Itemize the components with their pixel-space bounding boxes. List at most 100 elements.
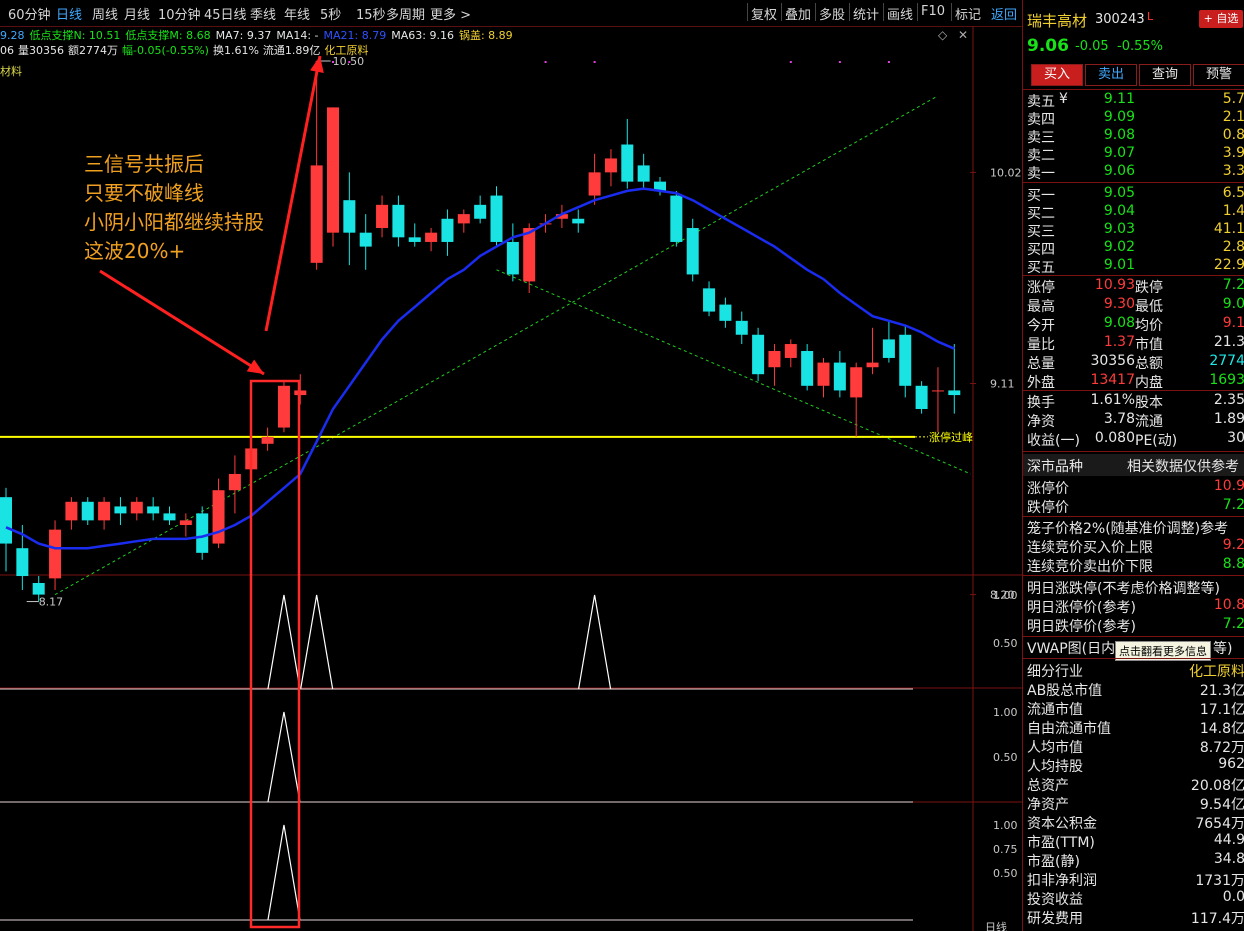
stat-l2: 总额 [1135, 356, 1163, 372]
quote-price: 9.03 [1103, 221, 1135, 237]
stat-v2: 1.89 [1213, 411, 1244, 427]
query-button[interactable]: 查询 [1139, 64, 1191, 86]
stat-row: 收益(一) 0.080 PE(动) 30 [1027, 430, 1244, 449]
quote-volume: 41.1 [1213, 221, 1244, 237]
info-row: 涨停价 10.9 [1027, 478, 1244, 497]
stat-l: 净资 [1027, 414, 1055, 430]
stat-row: 净资 3.78 流通 1.89 [1027, 411, 1244, 430]
info-label: 涨停价 [1027, 481, 1069, 497]
period-tab-8[interactable]: 5秒 [320, 4, 341, 23]
period-tab-5[interactable]: 45日线 [204, 4, 247, 23]
toolbar-tool-2[interactable]: 多股 [819, 4, 845, 23]
stat-v2: 21.3 [1213, 334, 1244, 350]
period-tab-3[interactable]: 月线 [124, 4, 150, 23]
last-price: 9.06 [1027, 36, 1069, 56]
toolbar-tool-4[interactable]: 画线 [887, 4, 913, 23]
candle-body [310, 165, 323, 263]
info-row: 扣非净利润 1731万 [1027, 870, 1244, 889]
signal-spike [267, 711, 301, 803]
section-title: 深市品种 [1027, 459, 1083, 475]
candle-body [752, 334, 765, 375]
info-label: 扣非净利润 [1027, 873, 1097, 889]
period-tab-11[interactable]: 更多 > [430, 4, 471, 23]
info-row: 跌停价 7.2 [1027, 497, 1244, 516]
stat-v2: 7.2 [1222, 277, 1244, 293]
info-row: 流通市值 17.1亿 [1027, 699, 1244, 718]
stat-v2: 9.1 [1222, 315, 1244, 331]
info-row: 人均市值 8.72万 [1027, 737, 1244, 756]
info-row: 净资产 9.54亿 [1027, 794, 1244, 813]
stat-l: 今开 [1027, 318, 1055, 334]
stat-l: 总量 [1027, 356, 1055, 372]
quote-row: 卖五 ¥9.11 5.7 [1027, 91, 1244, 110]
quote-volume: 2.8 [1222, 239, 1244, 255]
info-label: 总资产 [1027, 778, 1069, 794]
info-label: 连续竞价卖出价下限 [1027, 559, 1153, 575]
alert-button[interactable]: 预警 [1193, 64, 1244, 86]
annotation-line-3: 小阴小阳都继续持股 [84, 210, 264, 234]
info-value: 117.4万 [1190, 911, 1244, 927]
stat-v2: 2.35 [1213, 392, 1244, 408]
quote-volume: 2.1 [1222, 109, 1244, 125]
stat-l2: 流通 [1135, 414, 1163, 430]
sub-axis-label: 0.75 [993, 843, 1018, 856]
signal-dot [887, 61, 890, 63]
info-value: 8.72万 [1199, 740, 1244, 756]
toolbar-separator [747, 3, 748, 21]
candle-body [604, 158, 617, 173]
candle-body [392, 204, 405, 238]
info-label: AB股总市值 [1027, 683, 1103, 699]
divider [1023, 575, 1244, 576]
candle-body [179, 520, 192, 525]
toolbar-separator [883, 3, 884, 21]
buy-button[interactable]: 买入 [1031, 64, 1083, 86]
period-tab-9[interactable]: 15秒 [356, 4, 386, 23]
period-tab-6[interactable]: 季线 [250, 4, 276, 23]
info-label: 市盈(TTM) [1027, 835, 1095, 851]
signal-spike [300, 594, 334, 690]
quote-volume: 22.9 [1213, 257, 1244, 273]
stock-code: 300243 [1095, 12, 1145, 27]
quote-row: 卖三 9.08 0.8 [1027, 127, 1244, 146]
sell-button[interactable]: 卖出 [1085, 64, 1137, 86]
stat-v: 30356 [1090, 353, 1135, 369]
toolbar-tool-1[interactable]: 叠加 [785, 4, 811, 23]
stat-l2: 均价 [1135, 318, 1163, 334]
period-tab-4[interactable]: 10分钟 [158, 4, 201, 23]
quote-price: 9.09 [1103, 109, 1135, 125]
price-change: -0.05 [1075, 39, 1109, 54]
toolbar-tool-5[interactable]: F10 [921, 4, 945, 19]
candle-body [784, 344, 797, 358]
sub-axis-label: 1.00 [993, 819, 1018, 832]
stock-name: 瑞丰高材 [1027, 12, 1088, 30]
signal-spike [267, 594, 301, 690]
candle-body [277, 385, 290, 428]
stat-v: 9.30 [1103, 296, 1135, 312]
stat-v2: 30 [1227, 430, 1244, 446]
info-value: 7.2 [1222, 497, 1244, 513]
period-tab-0[interactable]: 60分钟 [8, 4, 51, 23]
stock-flag: L [1147, 10, 1154, 23]
vwap-tail: 等) [1213, 641, 1233, 657]
info-row: 明日涨停价(参考) 10.8 [1027, 597, 1244, 616]
candle-body [931, 390, 944, 392]
toolbar-tool-3[interactable]: 统计 [853, 4, 879, 23]
stat-l2: PE(动) [1135, 433, 1178, 449]
toolbar-tool-6[interactable]: 标记 [955, 4, 981, 23]
period-tab-2[interactable]: 周线 [92, 4, 118, 23]
candle-body [833, 362, 846, 391]
toolbar-separator [849, 3, 850, 21]
period-tab-1[interactable]: 日线 [56, 4, 82, 23]
quote-price: 9.08 [1103, 127, 1135, 143]
quote-price: 9.04 [1103, 203, 1135, 219]
info-label: 明日跌停价(参考) [1027, 619, 1136, 635]
vwap-label[interactable]: VWAP图(日内 [1027, 638, 1115, 658]
toolbar-tool-0[interactable]: 复权 [751, 4, 777, 23]
return-button[interactable]: 返回 [991, 4, 1017, 23]
period-tab-10[interactable]: 多周期 [386, 4, 425, 23]
stat-l: 最高 [1027, 299, 1055, 315]
candle-body [572, 218, 585, 224]
quote-panel: 瑞丰高材 300243 L + 自选 9.06 -0.05 -0.55% 买入 … [1022, 0, 1244, 931]
add-watchlist-button[interactable]: + 自选 [1199, 10, 1243, 28]
period-tab-7[interactable]: 年线 [284, 4, 310, 23]
